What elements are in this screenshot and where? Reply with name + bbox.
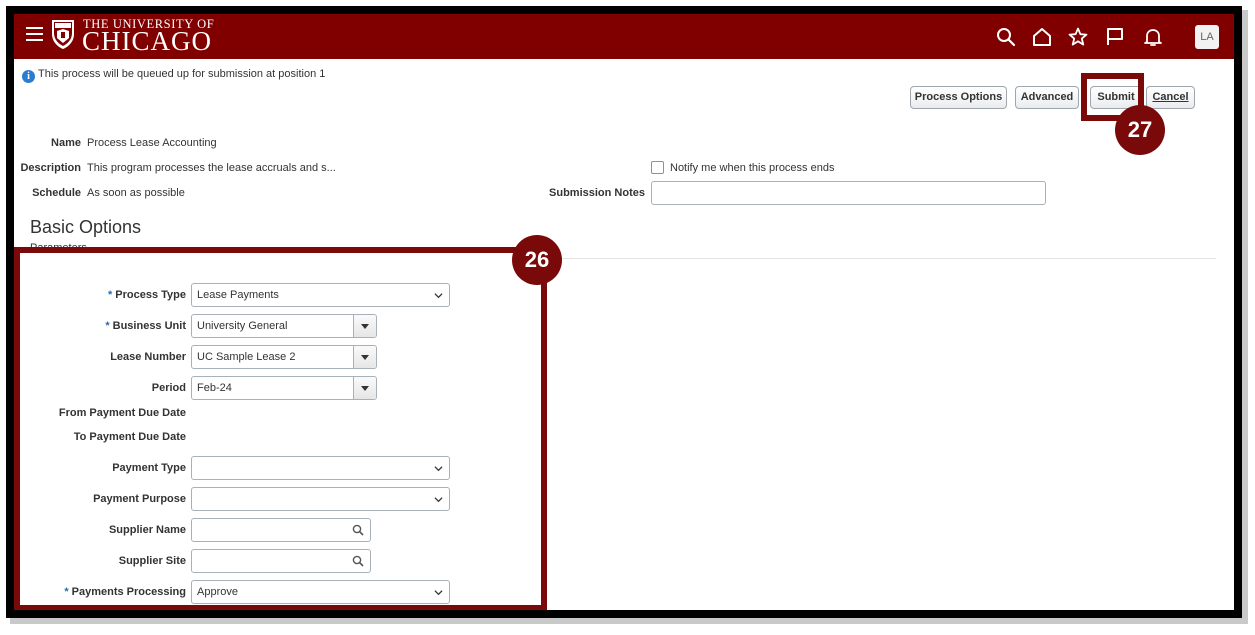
cancel-button-label: Cancel — [1152, 91, 1189, 103]
process-options-button[interactable]: Process Options — [910, 86, 1007, 109]
cancel-button[interactable]: Cancel — [1146, 86, 1195, 109]
schedule-label: Schedule — [32, 187, 81, 199]
submission-notes-label: Submission Notes — [549, 187, 645, 199]
notify-label: Notify me when this process ends — [670, 162, 835, 174]
user-avatar[interactable]: LA — [1195, 25, 1219, 49]
bell-icon[interactable] — [1142, 26, 1164, 48]
flag-icon[interactable] — [1104, 26, 1126, 48]
advanced-button[interactable]: Advanced — [1015, 86, 1079, 109]
info-icon: i — [22, 70, 35, 83]
screenshot-frame: THE UNIVERSITY OF CHICAGO LA i This proce… — [6, 6, 1242, 618]
name-value: Process Lease Accounting — [87, 137, 217, 149]
home-icon[interactable] — [1031, 26, 1053, 48]
schedule-value: As soon as possible — [87, 187, 185, 199]
search-icon[interactable] — [995, 26, 1017, 48]
notify-checkbox[interactable] — [651, 161, 664, 174]
step-27-badge: 27 — [1115, 105, 1165, 155]
submission-notes-input[interactable] — [651, 181, 1046, 205]
description-label: Description — [20, 162, 81, 174]
menu-icon[interactable] — [26, 27, 43, 41]
name-label: Name — [51, 137, 81, 149]
description-value: This program processes the lease accrual… — [87, 162, 336, 174]
section-divider — [556, 258, 1216, 259]
global-header: THE UNIVERSITY OF CHICAGO LA — [14, 14, 1234, 59]
queue-info-message: i This process will be queued up for subm… — [22, 68, 325, 83]
logo-main-text: CHICAGO — [82, 26, 213, 56]
step-26-highlight-box — [14, 247, 547, 610]
queue-info-text: This process will be queued up for submi… — [38, 68, 326, 80]
favorites-star-icon[interactable] — [1067, 26, 1089, 48]
basic-options-heading: Basic Options — [30, 217, 142, 237]
step-26-badge: 26 — [512, 235, 562, 285]
university-shield-icon — [52, 20, 74, 49]
